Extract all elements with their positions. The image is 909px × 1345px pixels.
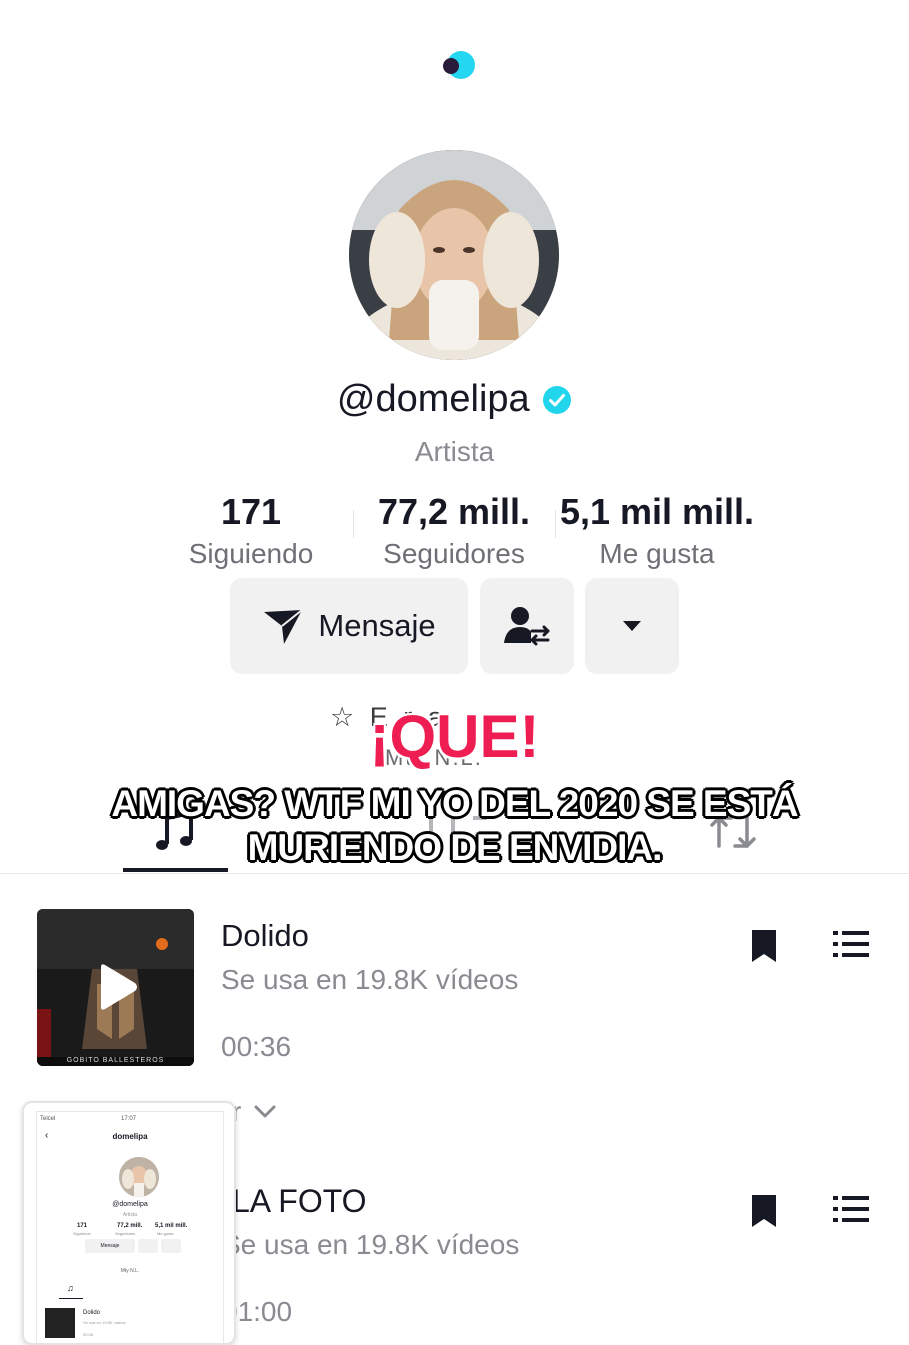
bookmark-icon[interactable] — [750, 1193, 778, 1229]
verified-badge-icon — [543, 385, 572, 414]
follow-swap-button[interactable] — [480, 578, 574, 674]
stat-likes[interactable]: 5,1 mil mill. Me gusta — [552, 490, 762, 574]
username-row: @domelipa — [0, 378, 909, 421]
list-icon[interactable] — [833, 930, 869, 958]
message-button[interactable]: Mensaje — [230, 578, 468, 674]
stat-value: 5,1 mil mill. — [559, 491, 755, 532]
mini-stat-label: Seguidores — [115, 1231, 136, 1236]
stat-value: 77,2 mill. — [377, 491, 531, 532]
stat-value: 171 — [220, 491, 282, 532]
song-title[interactable]: Dolido — [221, 918, 309, 954]
mini-stat-label: Me gusta — [157, 1231, 174, 1236]
profile-avatar[interactable] — [349, 150, 559, 360]
stat-label: Seguidores — [383, 538, 525, 569]
username: @domelipa — [336, 378, 530, 420]
stat-following[interactable]: 171 Siguiendo — [146, 490, 356, 574]
song-duration: 00:36 — [221, 1031, 292, 1062]
mini-tab-indicator — [59, 1298, 83, 1299]
mini-category: Artista — [122, 1212, 138, 1218]
mini-music-icon: ♫ — [67, 1283, 74, 1293]
mini-status-carrier: Telcel — [40, 1116, 56, 1122]
mini-avatar — [119, 1157, 159, 1197]
mini-follow-button — [138, 1239, 158, 1253]
stat-followers[interactable]: 77,2 mill. Seguidores — [349, 490, 559, 574]
mini-status-time: 17:07 — [121, 1116, 137, 1122]
more-dropdown-button[interactable] — [585, 578, 679, 674]
overlay-caption: AMIGAS? WTF MI YO DEL 2020 SE ESTÁ MURIE… — [111, 783, 798, 868]
user-swap-icon — [504, 607, 550, 646]
mini-stat-value: 77,2 mill. — [117, 1223, 143, 1229]
mini-more-button — [161, 1239, 181, 1253]
overlay-headline: ¡QUE! — [369, 703, 540, 770]
mini-stat-value: 5,1 mil mill. — [155, 1223, 188, 1229]
paper-plane-icon — [264, 609, 304, 644]
mini-stat-value: 171 — [77, 1223, 88, 1229]
tabs-divider — [0, 873, 909, 874]
mini-bio: Mty N.L. — [120, 1268, 140, 1274]
song-title[interactable]: LA FOTO — [232, 1183, 367, 1220]
mini-username: @domelipa — [112, 1201, 148, 1208]
bookmark-icon[interactable] — [750, 928, 778, 964]
caret-down-icon — [623, 621, 641, 631]
mini-message-button: Mensaje — [85, 1239, 135, 1253]
stat-label: Me gusta — [599, 538, 715, 569]
stat-label: Siguiendo — [188, 538, 314, 569]
mini-title: domelipa — [112, 1132, 148, 1141]
mini-song-usage: Se usa en 19.8K vídeos — [83, 1320, 126, 1325]
mini-song-cover — [45, 1308, 75, 1338]
loading-indicator — [443, 51, 475, 81]
profile-category: Artista — [414, 436, 495, 467]
mini-stat-label: Siguiendo — [73, 1231, 91, 1236]
song-usage: Se usa en 19.8K vídeos — [222, 1229, 520, 1260]
song-usage: Se usa en 19.8K vídeos — [221, 964, 519, 995]
list-icon[interactable] — [833, 1195, 869, 1223]
song-cover-text: GOBITO BALLESTEROS — [66, 1057, 165, 1064]
play-icon — [101, 964, 137, 1010]
mini-song-title: Dolido — [83, 1310, 101, 1316]
screenshot-preview[interactable]: Telcel 17:07 ‹ domelipa @domelipa Artist… — [22, 1101, 236, 1345]
chevron-down-icon[interactable] — [254, 1105, 276, 1119]
song-cover[interactable]: GOBITO BALLESTEROS — [37, 909, 194, 1066]
message-button-label: Mensaje — [318, 608, 436, 643]
mini-song-duration: 00:36 — [83, 1332, 94, 1337]
